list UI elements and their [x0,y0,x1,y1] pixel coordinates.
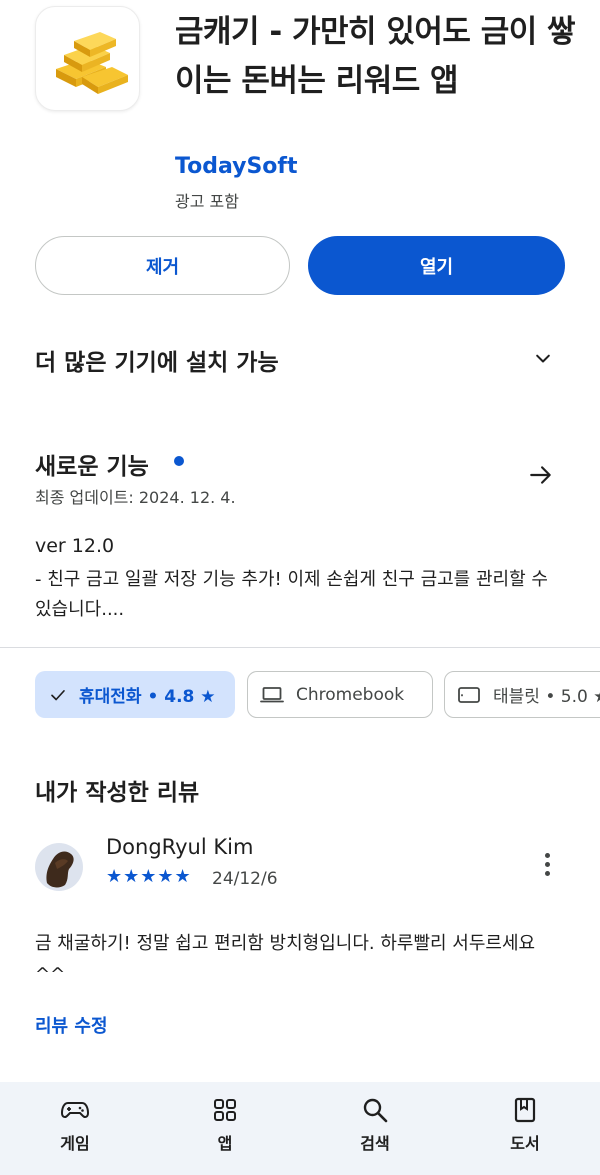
nav-item-games[interactable]: 게임 [30,1096,120,1154]
more-devices-label: 더 많은 기기에 설치 가능 [35,350,279,376]
bottom-nav: 게임 앱 검색 도서 [0,1082,600,1175]
nav-item-search[interactable]: 검색 [330,1096,420,1154]
chip-chromebook-label: Chromebook [296,684,405,705]
avatar [35,843,83,891]
app-title: 금캐기 - 가만히 있어도 금이 쌓이는 돈버는 리워드 앱 [175,14,576,99]
chip-phone[interactable]: 휴대전화 • 4.8 ★ [35,671,235,718]
search-icon [363,1098,388,1123]
gold-bars-icon [35,6,140,111]
nav-item-books[interactable]: 도서 [480,1096,570,1154]
more-devices-row[interactable]: 더 많은 기기에 설치 가능 [35,343,565,377]
review-text: 금 채굴하기! 정말 쉽고 편리함 방치형입니다. 하루빨리 서두르세요^^ [35,933,536,985]
star-rating: ★★★★★ [106,866,192,887]
nav-label-apps: 앱 [217,1134,233,1153]
nav-label-search: 검색 [360,1134,390,1153]
edit-review-link[interactable]: 리뷰 수정 [35,1012,108,1038]
my-review-heading: 내가 작성한 리뷰 [35,780,200,806]
open-button[interactable]: 열기 [308,236,565,295]
more-options-icon[interactable] [540,853,554,883]
chip-tablet-label: 태블릿 • 5.0 ★ [493,687,600,707]
chip-phone-label: 휴대전화 • 4.8 ★ [79,687,216,707]
version-label: ver 12.0 [35,535,115,557]
reviewer-name: DongRyul Kim [106,835,254,859]
developer-link[interactable]: TodaySoft [175,154,298,179]
check-icon [51,689,65,700]
divider [0,647,600,648]
ad-note: 광고 포함 [175,192,239,211]
release-notes: - 친구 금고 일괄 저장 기능 추가! 이제 손쉽게 친구 금고를 관리할 수… [35,569,548,620]
laptop-icon [260,686,284,702]
book-icon [514,1097,536,1123]
arrow-right-icon[interactable] [528,462,554,488]
review-date: 24/12/6 [212,869,278,889]
last-updated: 최종 업데이트: 2024. 12. 4. [35,488,236,507]
app-header: 금캐기 - 가만히 있어도 금이 쌓이는 돈버는 리워드 앱 TodaySoft… [0,0,600,220]
chip-chromebook[interactable]: Chromebook [247,671,433,718]
nav-label-books: 도서 [510,1134,540,1153]
chevron-down-icon[interactable] [533,349,553,369]
tablet-icon [458,686,480,703]
new-indicator-dot [174,456,184,466]
uninstall-button[interactable]: 제거 [35,236,290,295]
apps-grid-icon [214,1099,236,1121]
gamepad-icon [60,1102,90,1118]
nav-item-apps[interactable]: 앱 [180,1096,270,1154]
nav-label-games: 게임 [60,1134,90,1153]
chip-tablet[interactable]: 태블릿 • 5.0 ★ [444,671,600,718]
whats-new-title: 새로운 기능 [35,454,149,480]
